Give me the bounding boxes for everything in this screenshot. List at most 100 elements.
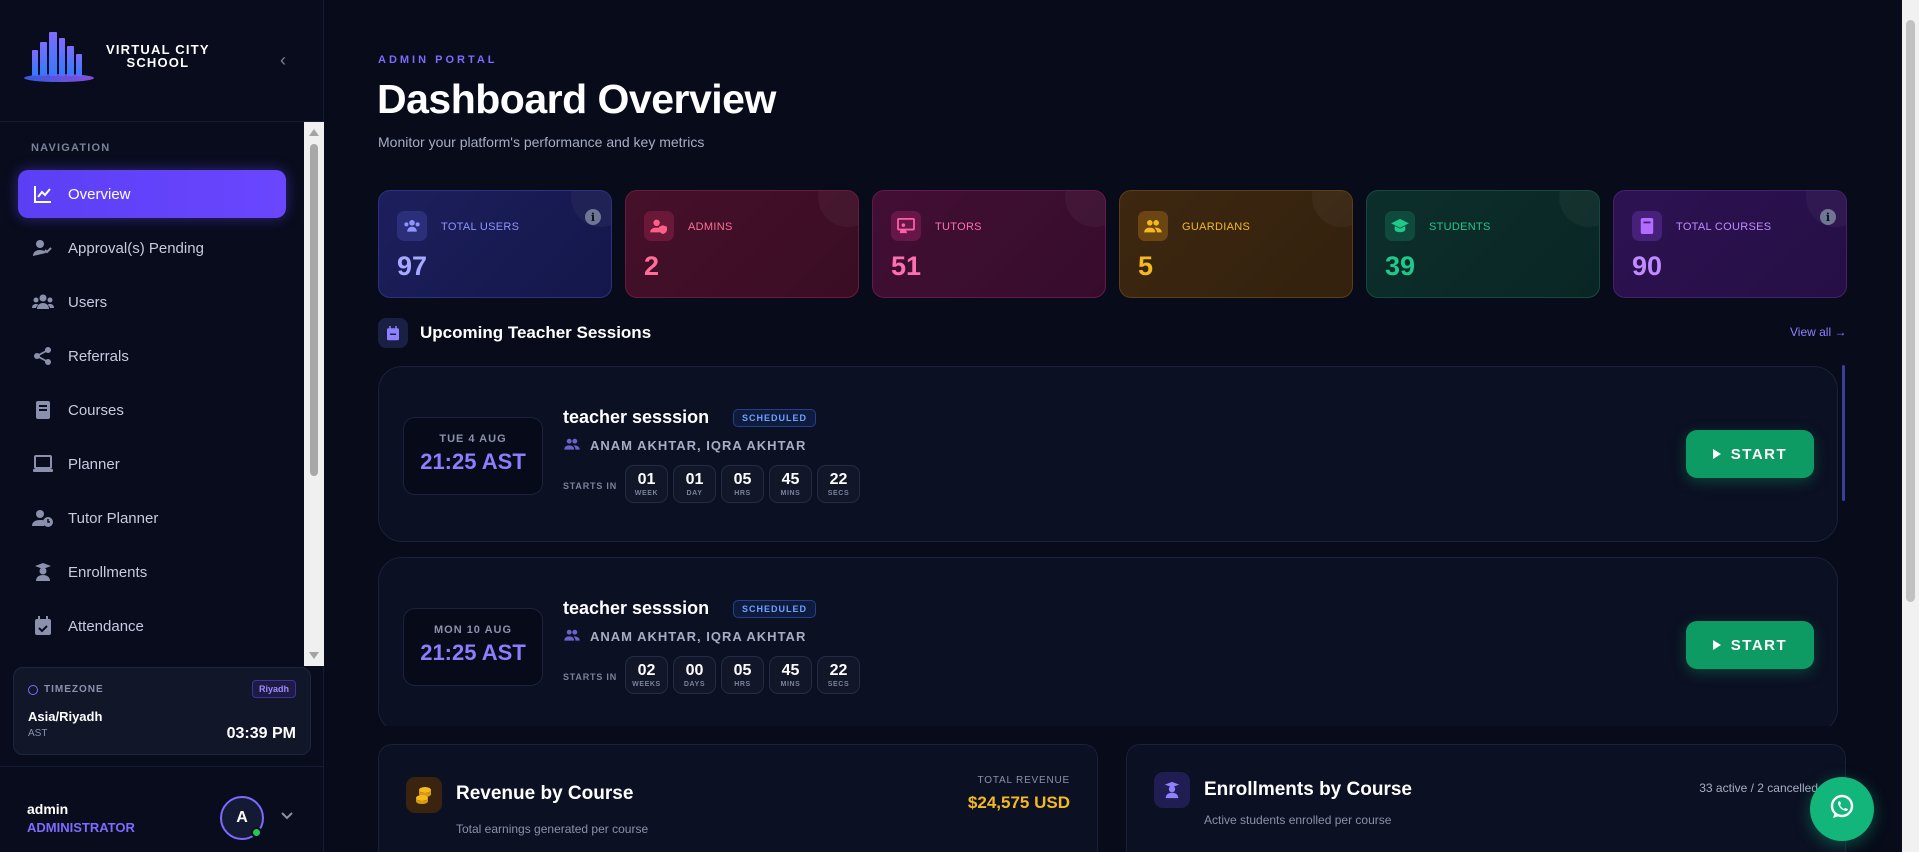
users-icon — [1138, 211, 1168, 241]
stat-card-tutors[interactable]: TUTORS 51 — [872, 190, 1106, 298]
sidebar-item-attendance[interactable]: Attendance — [18, 602, 286, 650]
countdown-seconds: 22 SECS — [817, 656, 860, 694]
stat-label: TOTAL USERS — [441, 221, 520, 233]
whatsapp-chat-button[interactable] — [1810, 777, 1874, 841]
sessions-scrollbar[interactable] — [1842, 365, 1845, 501]
sidebar-item-label: Enrollments — [68, 563, 148, 581]
session-participants: ANAM AKHTAR, IQRA AKHTAR — [563, 628, 806, 645]
sidebar-item-label: Courses — [68, 401, 124, 419]
current-time: 03:39 PM — [226, 725, 296, 742]
countdown-week: 01 WEEK — [625, 465, 668, 503]
play-icon — [1712, 640, 1721, 650]
stat-card-admins[interactable]: ADMINS 2 — [625, 190, 859, 298]
divider — [0, 766, 324, 767]
timezone-abbr: AST — [28, 728, 48, 739]
sidebar-item-label: Attendance — [68, 617, 144, 635]
countdown-minutes: 45 MINS — [769, 465, 812, 503]
timezone-zone: Asia/Riyadh — [28, 709, 103, 724]
info-icon[interactable]: i — [1820, 209, 1836, 225]
school-logo — [20, 28, 98, 84]
starts-in-label: STARTS IN — [563, 672, 618, 682]
total-revenue-label: TOTAL REVENUE — [977, 775, 1070, 786]
page-eyebrow: ADMIN PORTAL — [378, 54, 498, 66]
page-subtitle: Monitor your platform's performance and … — [378, 134, 705, 150]
session-datetime: MON 10 AUG 21:25 AST — [403, 608, 543, 686]
user-role: ADMINISTRATOR — [27, 820, 135, 835]
sidebar-item-planner[interactable]: Planner — [18, 440, 286, 488]
page-scroll-thumb[interactable] — [1906, 20, 1915, 602]
sessions-list-clip — [378, 726, 1838, 740]
sidebar-scrollbar[interactable] — [304, 122, 324, 666]
scroll-down-arrow[interactable] — [309, 652, 319, 659]
coins-icon — [406, 777, 442, 813]
view-all-link[interactable]: View all → — [1790, 325, 1846, 339]
calendar-icon — [378, 318, 408, 348]
stat-card-guardians[interactable]: GUARDIANS 5 — [1119, 190, 1353, 298]
calendar-check-icon — [32, 615, 54, 637]
countdown-day: 01 DAY — [673, 465, 716, 503]
countdown-days: 00 DAYS — [673, 656, 716, 694]
sidebar-item-referrals[interactable]: Referrals — [18, 332, 286, 380]
graduate-icon — [32, 561, 54, 583]
nav-heading: NAVIGATION — [31, 142, 111, 154]
play-icon — [1712, 449, 1721, 459]
user-clock-icon — [32, 507, 54, 529]
stat-card-total-courses[interactable]: TOTAL COURSES 90 i — [1613, 190, 1847, 298]
avatar[interactable]: A — [220, 796, 264, 840]
page-scrollbar[interactable] — [1902, 0, 1919, 852]
session-name: teacher sesssion — [563, 598, 710, 618]
monitor-icon — [32, 453, 54, 475]
session-participants: ANAM AKHTAR, IQRA AKHTAR — [563, 437, 806, 454]
scroll-thumb[interactable] — [310, 144, 318, 476]
countdown-weeks: 02 WEEKS — [625, 656, 668, 694]
users-icon — [563, 437, 581, 454]
sessions-title: Upcoming Teacher Sessions — [420, 323, 652, 342]
share-icon — [32, 345, 54, 367]
sidebar-nav: NAVIGATION Overview Approval(s) Pending … — [0, 122, 304, 666]
stat-value: 39 — [1385, 251, 1416, 281]
stat-label: TUTORS — [935, 221, 982, 233]
brand-name: VIRTUAL CITY SCHOOL — [106, 42, 210, 70]
graduate-icon — [1154, 772, 1190, 808]
book-icon — [32, 399, 54, 421]
countdown-minutes: 45 MINS — [769, 656, 812, 694]
scroll-up-arrow[interactable] — [309, 129, 319, 136]
sidebar-item-enrollments[interactable]: Enrollments — [18, 548, 286, 596]
sidebar-item-approvals[interactable]: Approval(s) Pending — [18, 224, 286, 272]
start-session-button[interactable]: START — [1686, 430, 1814, 478]
timezone-badge: Riyadh — [251, 680, 296, 698]
users-icon — [32, 291, 54, 313]
chevron-down-icon[interactable] — [280, 808, 294, 824]
timezone-label: TIMEZONE — [28, 684, 104, 695]
brand[interactable]: VIRTUAL CITY SCHOOL — [20, 26, 310, 86]
stat-value: 5 — [1138, 251, 1154, 281]
globe-icon — [28, 684, 38, 695]
stat-value: 51 — [891, 251, 922, 281]
online-status-dot — [251, 827, 262, 838]
revenue-title: Revenue by Course — [456, 783, 634, 804]
revenue-card: Revenue by Course Total earnings generat… — [378, 744, 1098, 852]
collapse-sidebar-icon[interactable]: ‹ — [280, 50, 286, 71]
sidebar-item-courses[interactable]: Courses — [18, 386, 286, 434]
session-card: TUE 4 AUG 21:25 AST teacher sesssion SCH… — [378, 366, 1838, 542]
stat-card-total-users[interactable]: TOTAL USERS 97 i — [378, 190, 612, 298]
avatar-initial: A — [236, 809, 248, 826]
graduation-cap-icon — [1385, 211, 1415, 241]
session-date: MON 10 AUG — [433, 624, 513, 636]
sidebar-item-label: Users — [68, 293, 108, 311]
session-date: TUE 4 AUG — [439, 433, 507, 445]
sidebar-item-label: Tutor Planner — [68, 509, 159, 527]
info-icon[interactable]: i — [585, 209, 601, 225]
book-icon — [1632, 211, 1662, 241]
sidebar-item-users[interactable]: Users — [18, 278, 286, 326]
stat-label: ADMINS — [688, 221, 733, 233]
stat-card-students[interactable]: STUDENTS 39 — [1366, 190, 1600, 298]
sidebar-item-overview[interactable]: Overview — [18, 170, 286, 218]
user-name: admin — [27, 801, 69, 817]
enrollments-summary: 33 active / 2 cancelled — [1699, 781, 1818, 795]
sidebar-item-tutor-planner[interactable]: Tutor Planner — [18, 494, 286, 542]
stat-value: 97 — [397, 251, 428, 281]
start-session-button[interactable]: START — [1686, 621, 1814, 669]
sidebar: VIRTUAL CITY SCHOOL ‹ NAVIGATION Overvie… — [0, 0, 324, 852]
stat-label: TOTAL COURSES — [1676, 221, 1772, 233]
